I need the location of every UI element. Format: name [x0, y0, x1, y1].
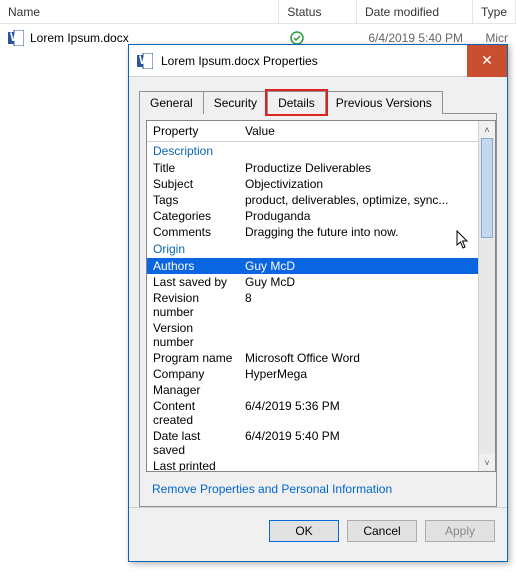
- dialog-title: Lorem Ipsum.docx Properties: [161, 54, 467, 68]
- properties-dialog: W Lorem Ipsum.docx Properties ✕ General …: [128, 44, 508, 562]
- tab-strip: General Security Details Previous Versio…: [129, 77, 507, 113]
- file-name: Lorem Ipsum.docx: [30, 31, 129, 45]
- col-status[interactable]: Status: [279, 0, 357, 23]
- vertical-scrollbar[interactable]: ˄ ˅: [478, 121, 495, 471]
- titlebar[interactable]: W Lorem Ipsum.docx Properties ✕: [129, 45, 507, 77]
- row-date-saved[interactable]: Date last saved6/4/2019 5:40 PM: [147, 428, 478, 458]
- tab-details[interactable]: Details: [267, 91, 326, 114]
- file-status: [282, 31, 360, 45]
- row-created[interactable]: Content created6/4/2019 5:36 PM: [147, 398, 478, 428]
- remove-properties-link[interactable]: Remove Properties and Personal Informati…: [152, 482, 392, 496]
- row-tags[interactable]: Tagsproduct, deliverables, optimize, syn…: [147, 192, 478, 208]
- row-categories[interactable]: CategoriesProduganda: [147, 208, 478, 224]
- col-type[interactable]: Type: [473, 0, 516, 23]
- row-title[interactable]: TitleProductize Deliverables: [147, 160, 478, 176]
- svg-text:W: W: [139, 53, 151, 67]
- tab-general[interactable]: General: [139, 91, 204, 114]
- section-description: Description: [147, 142, 478, 160]
- tab-previous-versions[interactable]: Previous Versions: [325, 91, 443, 114]
- word-doc-icon: W: [8, 30, 24, 46]
- row-authors[interactable]: AuthorsGuy McD: [147, 258, 478, 274]
- scroll-up-button[interactable]: ˄: [479, 121, 495, 138]
- row-program[interactable]: Program nameMicrosoft Office Word: [147, 350, 478, 366]
- link-row: Remove Properties and Personal Informati…: [146, 472, 496, 500]
- scroll-thumb[interactable]: [481, 138, 493, 238]
- svg-text:W: W: [10, 30, 22, 44]
- button-row: OK Cancel Apply: [129, 507, 507, 554]
- col-name[interactable]: Name: [0, 0, 279, 23]
- apply-button[interactable]: Apply: [425, 520, 495, 542]
- row-last-saved-by[interactable]: Last saved byGuy McD: [147, 274, 478, 290]
- file-date: 6/4/2019 5:40 PM: [360, 31, 477, 45]
- scroll-down-button[interactable]: ˅: [479, 454, 495, 471]
- word-doc-icon: W: [137, 53, 153, 69]
- property-list[interactable]: Property Value Description TitleProducti…: [146, 120, 496, 472]
- sync-check-icon: [290, 31, 304, 45]
- row-version[interactable]: Version number: [147, 320, 478, 350]
- row-last-printed[interactable]: Last printed: [147, 458, 478, 471]
- row-subject[interactable]: SubjectObjectivization: [147, 176, 478, 192]
- file-type: Micr: [477, 31, 516, 45]
- scroll-track[interactable]: [479, 138, 495, 454]
- section-origin: Origin: [147, 240, 478, 258]
- tab-body: Property Value Description TitleProducti…: [139, 113, 497, 507]
- col-date[interactable]: Date modified: [357, 0, 473, 23]
- row-comments[interactable]: CommentsDragging the future into now.: [147, 224, 478, 240]
- column-headers: Name Status Date modified Type: [0, 0, 516, 24]
- header-property[interactable]: Property: [147, 121, 239, 141]
- tab-security[interactable]: Security: [203, 91, 268, 114]
- list-header: Property Value: [147, 121, 478, 142]
- row-manager[interactable]: Manager: [147, 382, 478, 398]
- close-button[interactable]: ✕: [467, 45, 507, 77]
- row-company[interactable]: CompanyHyperMega: [147, 366, 478, 382]
- row-revision[interactable]: Revision number8: [147, 290, 478, 320]
- cancel-button[interactable]: Cancel: [347, 520, 417, 542]
- header-value[interactable]: Value: [239, 121, 478, 141]
- ok-button[interactable]: OK: [269, 520, 339, 542]
